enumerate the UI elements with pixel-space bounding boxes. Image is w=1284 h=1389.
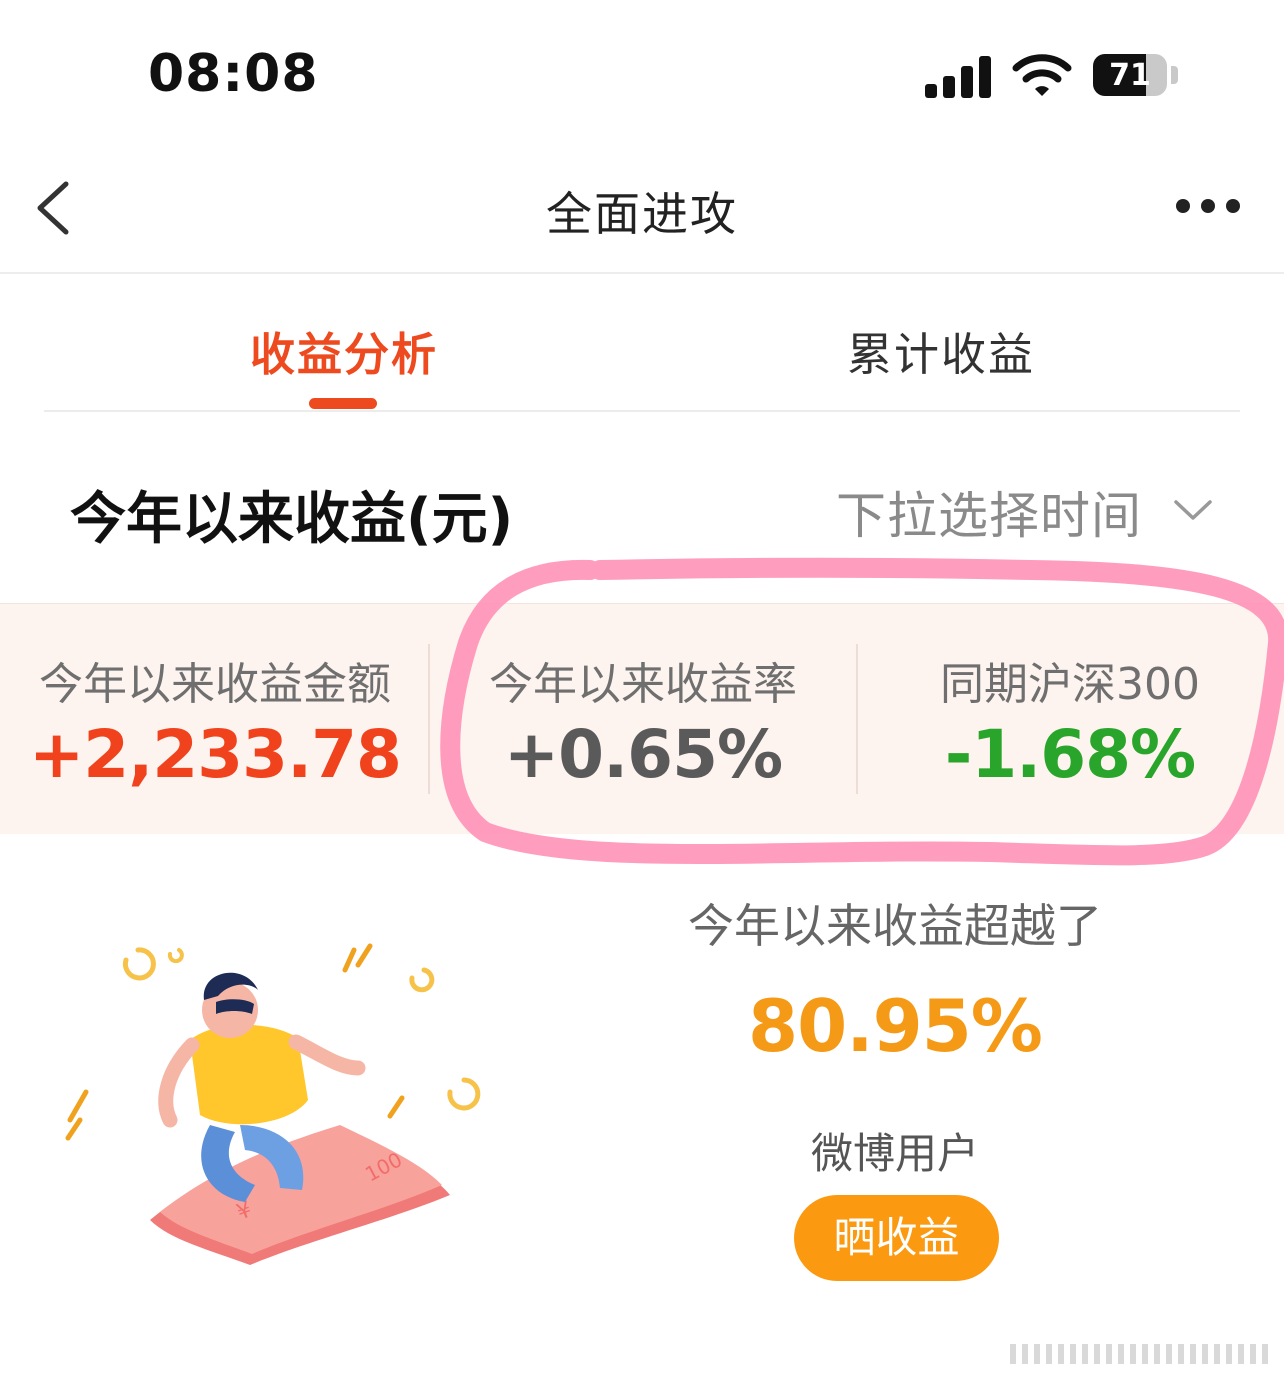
nav-divider xyxy=(0,272,1284,274)
beat-percentage: 80.95% xyxy=(748,984,1043,1068)
active-tab-indicator xyxy=(309,398,377,409)
cellular-signal-icon xyxy=(925,56,991,98)
battery-level: 71 xyxy=(1109,58,1151,93)
beat-users-label: 微博用户 xyxy=(810,1129,979,1178)
period-dropdown[interactable]: 下拉选择时间 xyxy=(836,476,1142,548)
highlight-annotation xyxy=(440,557,1284,866)
tab-return-analysis[interactable]: 收益分析 xyxy=(250,318,438,383)
share-returns-button[interactable]: 晒收益 xyxy=(794,1195,999,1281)
tab-divider xyxy=(44,410,1240,412)
battery-cap xyxy=(1171,66,1178,84)
battery-icon: 71 xyxy=(1093,54,1167,96)
more-options-icon[interactable] xyxy=(1170,196,1246,218)
stat-label-ytd-amount: 今年以来收益金额 xyxy=(39,659,391,710)
status-time: 08:08 xyxy=(148,44,319,104)
section-title: 今年以来收益(元) xyxy=(70,487,514,552)
watermark-strip xyxy=(1010,1344,1268,1364)
beat-label: 今年以来收益超越了 xyxy=(688,899,1102,953)
tab-cumulative-return[interactable]: 累计收益 xyxy=(847,318,1035,383)
surfing-illustration: 100 ¥ xyxy=(65,943,481,1265)
wifi-icon xyxy=(1012,54,1072,96)
chevron-down-icon[interactable] xyxy=(1172,494,1214,524)
page-title: 全面进攻 xyxy=(546,187,738,241)
stat-value-ytd-amount: +2,233.78 xyxy=(29,716,402,793)
